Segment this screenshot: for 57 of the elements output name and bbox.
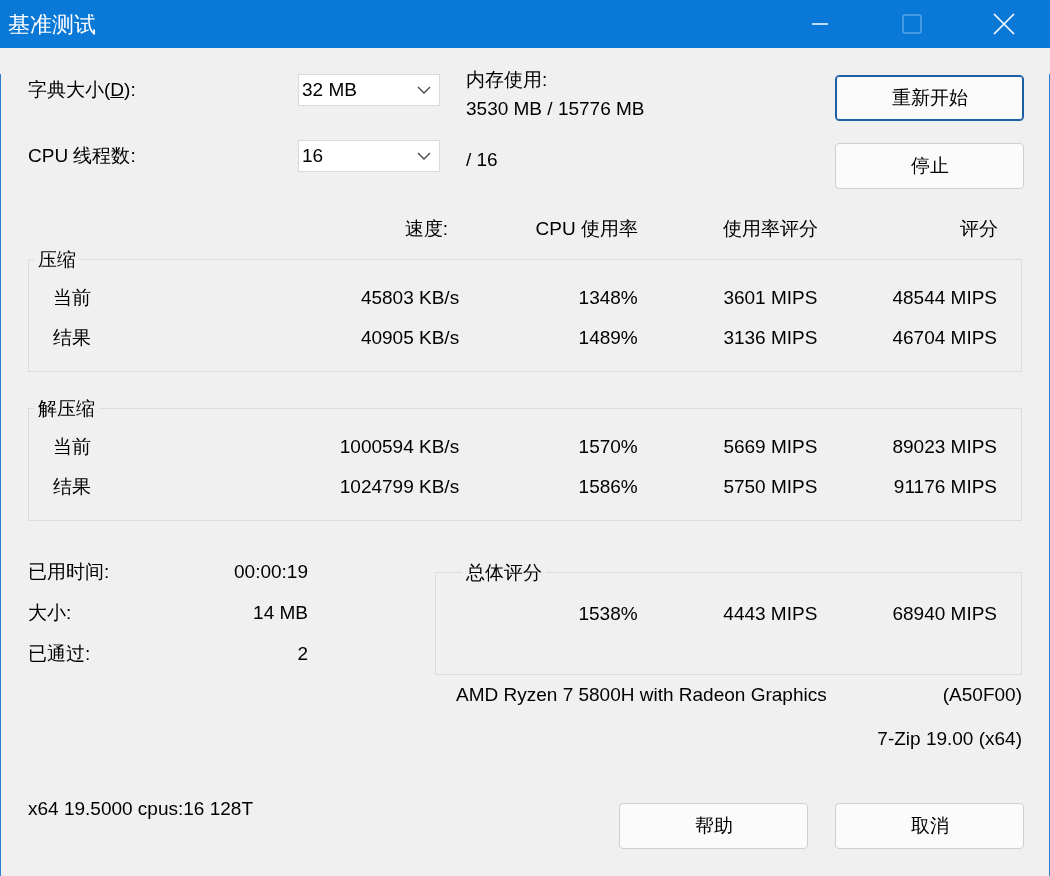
column-header: 评分 (960, 217, 998, 239)
stat-value: 00:00:19 (234, 560, 308, 585)
field-label: CPU 线程数: (28, 143, 136, 168)
group-title: 总体评分 (462, 561, 546, 585)
row-label: 结果 (53, 326, 91, 348)
memory-label: 内存使用: (466, 68, 549, 92)
thread-total: / 16 (466, 149, 498, 170)
build-info: x64 19.5000 cpus:16 128T (28, 797, 253, 821)
close-icon (993, 13, 1015, 35)
memory-value: 3530 MB / 15776 MB (466, 97, 645, 121)
row-label: 结果 (53, 475, 91, 497)
version-text: 7-Zip 19.00 (x64) (877, 726, 1022, 751)
value-text: 5669 MIPS (723, 435, 818, 457)
stat-label: 已用时间: (28, 560, 110, 585)
value-text: 46704 MIPS (892, 326, 997, 348)
value-text: 1024799 KB/s (339, 475, 460, 497)
cpu-name: AMD Ryzen 7 5800H with Radeon Graphics (456, 682, 827, 707)
value-text: 48544 MIPS (892, 286, 997, 308)
value-text: 91176 MIPS (893, 475, 997, 497)
cpu-id: (A50F00) (942, 682, 1022, 707)
group-title: 压缩 (34, 248, 80, 272)
row-label: 当前 (53, 435, 91, 457)
value-text: 89023 MIPS (892, 435, 997, 457)
stat-label: 已通过: (28, 642, 91, 667)
value-text: 45803 KB/s (360, 286, 460, 308)
value-text: 3136 MIPS (723, 326, 818, 348)
value-text: 1538% (578, 602, 638, 624)
dialog-button[interactable]: 取消 (835, 803, 1024, 849)
value-text: 1348% (578, 286, 638, 308)
window-title: 基准测试 (7, 10, 97, 39)
value-text: 5750 MIPS (723, 475, 818, 497)
value-text: 1489% (578, 326, 638, 348)
column-header: 使用率评分 (723, 217, 818, 239)
group-title: 解压缩 (34, 397, 99, 421)
dialog-button[interactable]: 停止 (835, 143, 1024, 189)
value-text: 1570% (578, 435, 638, 457)
dialog-button[interactable]: 重新开始 (835, 75, 1024, 121)
row-label: 当前 (53, 286, 91, 308)
value-text: 1000594 KB/s (339, 435, 460, 457)
value-text: 1586% (578, 475, 638, 497)
column-header: 速度: (404, 217, 448, 239)
dropdown-field[interactable]: 16 (298, 140, 440, 172)
chevron-down-icon (417, 86, 431, 94)
value-text: 40905 KB/s (360, 326, 460, 348)
stat-value: 14 MB (253, 601, 308, 626)
stat-label: 大小: (28, 601, 72, 626)
dropdown-field[interactable]: 32 MB (298, 74, 440, 106)
maximize-icon (902, 14, 922, 34)
chevron-down-icon (417, 152, 431, 160)
field-label: 字典大小(D): (28, 77, 136, 102)
column-header: CPU 使用率 (535, 217, 638, 239)
value-text: 68940 MIPS (892, 602, 997, 624)
minimize-icon (811, 23, 829, 25)
dialog-button[interactable]: 帮助 (619, 803, 808, 849)
value-text: 4443 MIPS (723, 602, 818, 624)
value-text: 3601 MIPS (723, 286, 818, 308)
stat-value: 2 (297, 642, 308, 667)
